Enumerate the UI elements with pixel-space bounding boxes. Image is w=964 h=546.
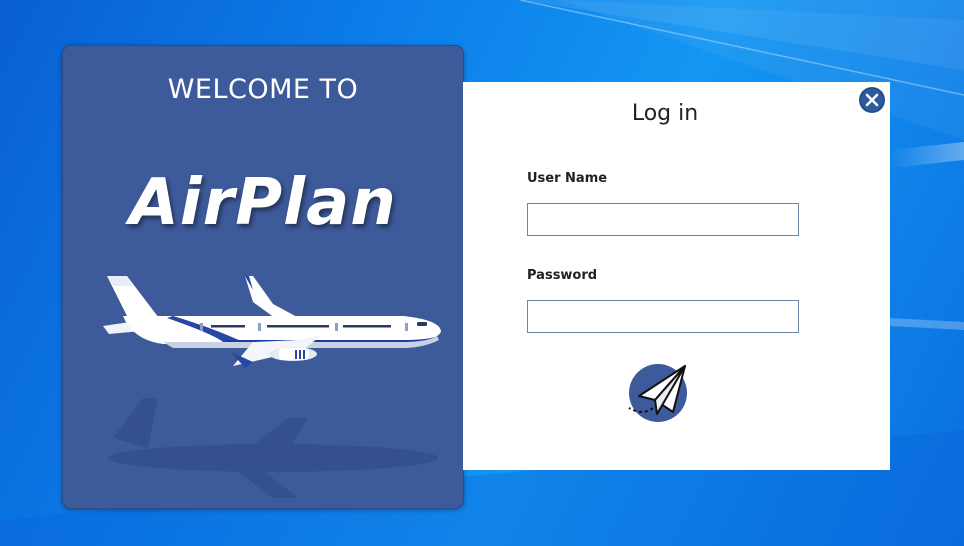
password-label: Password xyxy=(527,268,598,283)
login-panel: Log in User Name Password xyxy=(463,82,890,470)
welcome-heading: WELCOME TO xyxy=(167,74,359,105)
close-icon xyxy=(859,87,885,113)
close-button[interactable] xyxy=(859,87,885,113)
login-submit-button[interactable] xyxy=(628,364,687,422)
username-label: User Name xyxy=(527,171,608,186)
welcome-panel: WELCOME TO AirPlan xyxy=(62,45,464,509)
username-input[interactable] xyxy=(527,203,799,236)
brand-logo-text: AirPlan xyxy=(129,166,397,240)
airplane-illustration xyxy=(103,276,441,498)
paper-plane-icon xyxy=(628,365,686,415)
login-title: Log in xyxy=(631,101,699,126)
password-input[interactable] xyxy=(527,300,799,333)
